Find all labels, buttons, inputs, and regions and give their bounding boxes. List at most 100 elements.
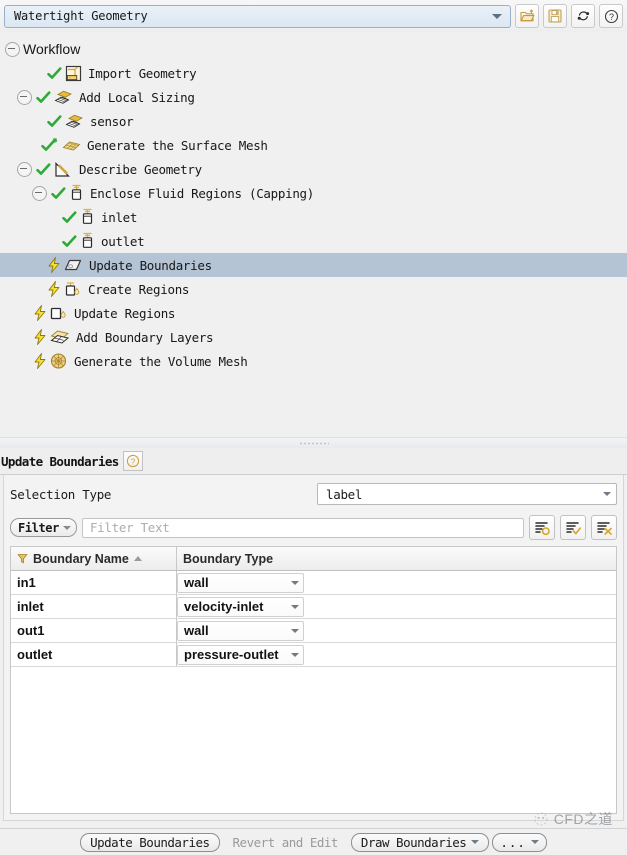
filter-text-input[interactable]: Filter Text [81, 517, 524, 538]
cad-box-icon: CAD [65, 65, 82, 81]
lightning-bolt-icon [48, 281, 60, 297]
tree-item-label: Generate the Surface Mesh [87, 137, 268, 153]
tree-item-sensor[interactable]: sensor [0, 109, 627, 133]
tree-item-label: Import Geometry [88, 65, 197, 81]
tree-root-workflow[interactable]: Workflow [0, 37, 627, 61]
list-select-none-button[interactable] [529, 515, 555, 540]
splitter-grip-icon [298, 442, 329, 445]
revert-and-edit-button: Revert and Edit [223, 833, 348, 852]
boundaries-table[interactable]: Boundary Name Boundary Type in1 wall inl… [10, 546, 617, 814]
chevron-down-icon [603, 492, 611, 496]
describe-geom-icon [55, 161, 70, 177]
collapse-toggle-icon[interactable] [17, 89, 32, 105]
check-icon [62, 234, 77, 247]
sort-ascending-icon [133, 556, 142, 561]
list-clear-icon [596, 521, 612, 535]
filter-input-placeholder: Filter Text [89, 520, 170, 535]
more-options-button[interactable]: ... [492, 832, 547, 852]
table-header-row: Boundary Name Boundary Type [11, 547, 616, 571]
boundary-type-combo[interactable]: wall [177, 620, 304, 641]
list-clear-button[interactable] [591, 515, 617, 540]
check-icon [36, 162, 51, 175]
table-row[interactable]: in1 wall [11, 571, 616, 595]
list-select-all-button[interactable] [560, 515, 586, 540]
chevron-down-icon [530, 840, 539, 844]
cell-boundary-name: in1 [11, 571, 177, 594]
help-icon: ? [604, 9, 618, 23]
filter-button[interactable]: Filter [10, 518, 77, 537]
cell-boundary-name: out1 [11, 619, 177, 642]
tree-item-update-boundaries[interactable]: Update Boundaries [0, 253, 627, 277]
table-row[interactable]: outlet pressure-outlet [11, 643, 616, 667]
selection-type-combo[interactable]: label [317, 483, 617, 505]
cell-boundary-name: outlet [11, 643, 177, 666]
tree-item-label: Add Boundary Layers [76, 329, 214, 345]
column-header-boundary-type[interactable]: Boundary Type [177, 547, 307, 570]
tree-item-label: Create Regions [88, 281, 190, 297]
collapse-toggle-icon[interactable] [17, 161, 32, 177]
tree-item-add-boundary-layers[interactable]: Add Boundary Layers [0, 325, 627, 349]
column-header-boundary-name[interactable]: Boundary Name [11, 547, 177, 570]
top-toolbar: Watertight Geometry ? [0, 0, 627, 32]
tree-item-describe-geometry[interactable]: Describe Geometry [0, 157, 627, 181]
column-header-label: Boundary Name [33, 551, 129, 566]
capping-icon [82, 208, 93, 224]
boundary-type-value: wall [184, 623, 209, 638]
svg-text:?: ? [608, 12, 613, 22]
create-regions-icon [65, 281, 80, 296]
tree-item-generate-surface-mesh[interactable]: Generate the Surface Mesh [0, 133, 627, 157]
table-row[interactable]: out1 wall [11, 619, 616, 643]
boundary-type-value: pressure-outlet [184, 647, 279, 662]
local-sizing-icon [65, 114, 83, 128]
update-boundaries-button[interactable]: Update Boundaries [80, 832, 220, 852]
draw-boundaries-button[interactable]: Draw Boundaries [350, 832, 490, 852]
list-select-none-icon [534, 521, 550, 535]
task-header: Update Boundaries ? [0, 448, 627, 475]
chevron-down-icon [291, 652, 299, 657]
boundary-type-combo[interactable]: velocity-inlet [177, 596, 304, 617]
surface-mesh-icon [62, 141, 81, 150]
task-title: Update Boundaries [1, 453, 119, 469]
workflow-type-combo[interactable]: Watertight Geometry [4, 4, 511, 28]
svg-text:CAD: CAD [68, 75, 77, 80]
tree-item-create-regions[interactable]: Create Regions [0, 277, 627, 301]
collapse-toggle-icon[interactable] [5, 41, 20, 57]
lightning-bolt-icon [34, 353, 46, 369]
boundary-icon [64, 259, 82, 270]
tree-item-outlet[interactable]: outlet [0, 229, 627, 253]
boundary-type-combo[interactable]: pressure-outlet [177, 644, 304, 665]
tree-item-import-geometry[interactable]: CAD Import Geometry [0, 61, 627, 85]
lightning-bolt-icon [34, 329, 46, 345]
task-action-bar: Update Boundaries Revert and Edit Draw B… [0, 828, 627, 855]
task-help-button[interactable]: ? [122, 451, 143, 471]
reset-icon [577, 11, 589, 21]
update-regions-icon [50, 307, 66, 319]
cell-boundary-name: inlet [11, 595, 177, 618]
list-select-all-icon [565, 521, 581, 534]
help-button[interactable]: ? [599, 4, 623, 28]
panel-splitter[interactable] [0, 437, 627, 448]
capping-icon [71, 184, 82, 200]
task-panel: Update Boundaries ? Selection Type label… [0, 448, 627, 821]
tree-item-enclose-fluid-regions[interactable]: Enclose Fluid Regions (Capping) [0, 181, 627, 205]
selection-type-value: label [326, 486, 363, 502]
tree-item-generate-volume-mesh[interactable]: Generate the Volume Mesh [0, 349, 627, 373]
check-icon [36, 90, 51, 103]
boundary-type-combo[interactable]: wall [177, 572, 304, 593]
open-folder-button[interactable] [515, 4, 539, 28]
workflow-tree[interactable]: Workflow CAD Import Geometry Add Local S… [0, 32, 627, 437]
draw-boundaries-label: Draw Boundaries [360, 834, 467, 850]
revert-and-edit-label: Revert and Edit [232, 834, 339, 850]
tree-item-label: Add Local Sizing [79, 89, 195, 105]
tree-item-inlet[interactable]: inlet [0, 205, 627, 229]
collapse-toggle-icon[interactable] [32, 185, 47, 201]
save-button[interactable] [543, 4, 567, 28]
filter-row: Filter Filter Text [10, 515, 617, 540]
tree-root-label: Workflow [23, 41, 81, 57]
cell-boundary-type: velocity-inlet [177, 595, 307, 618]
tree-item-add-local-sizing[interactable]: Add Local Sizing [0, 85, 627, 109]
check-icon [51, 186, 66, 199]
reset-workflow-button[interactable] [571, 4, 595, 28]
table-row[interactable]: inlet velocity-inlet [11, 595, 616, 619]
tree-item-update-regions[interactable]: Update Regions [0, 301, 627, 325]
